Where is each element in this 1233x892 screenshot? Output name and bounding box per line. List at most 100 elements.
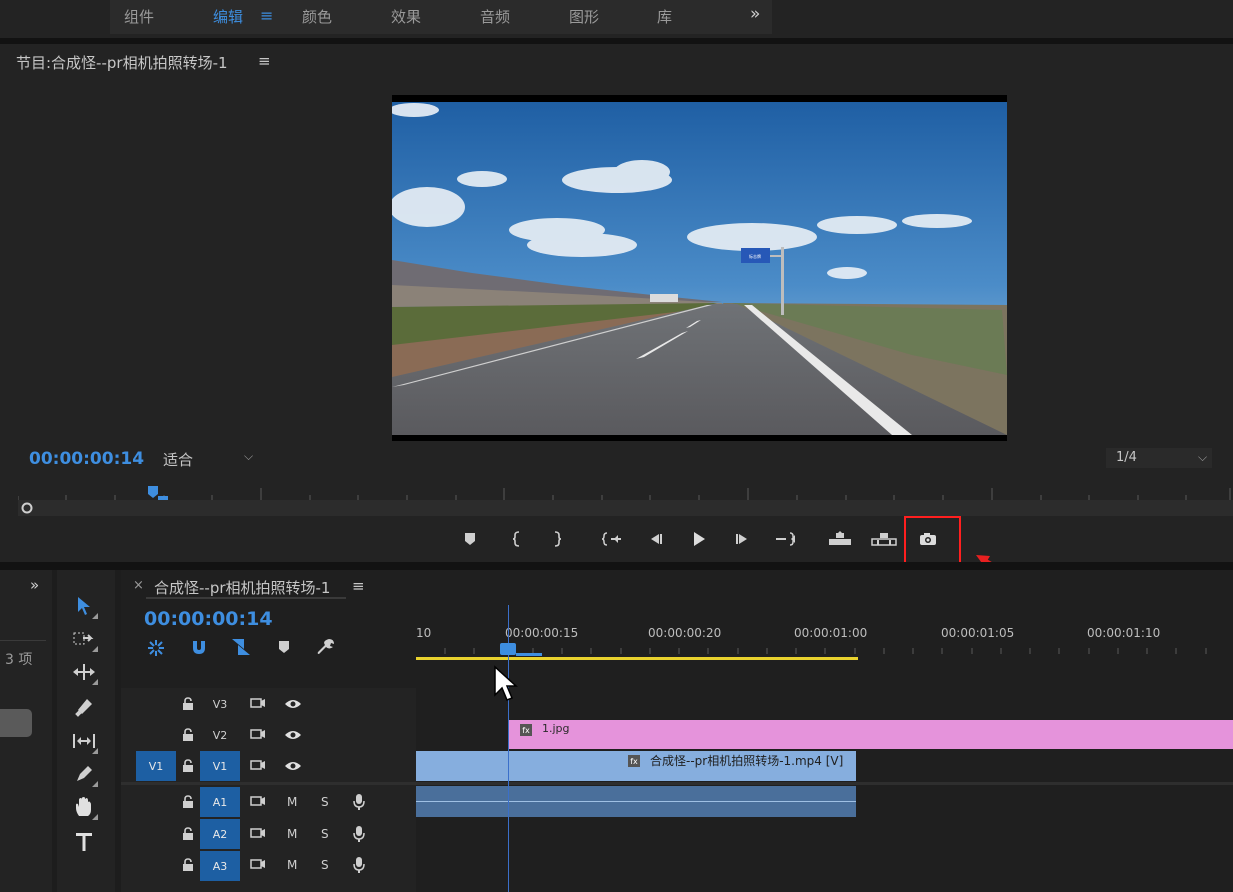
snap-magnet-icon[interactable] xyxy=(190,638,208,656)
tool-submenu-indicator-icon xyxy=(92,781,98,787)
extract-icon xyxy=(871,533,897,546)
eye-icon[interactable] xyxy=(284,729,302,741)
clip-1-jpg[interactable] xyxy=(508,720,1233,749)
mark-in-button[interactable] xyxy=(503,528,531,550)
lock-icon[interactable] xyxy=(182,827,194,841)
mark-out-button[interactable] xyxy=(543,528,571,550)
lock-icon[interactable] xyxy=(182,728,194,742)
track-name-a1[interactable]: A1 xyxy=(200,787,240,817)
work-area-bar[interactable] xyxy=(416,657,858,660)
mark-out-icon xyxy=(554,531,562,547)
program-timecode[interactable]: 00:00:00:14 xyxy=(29,449,144,469)
tool-submenu-indicator-icon xyxy=(92,679,98,685)
play-button[interactable] xyxy=(685,528,713,550)
go-to-in-button[interactable] xyxy=(598,528,626,550)
workspace-overflow-icon[interactable]: » xyxy=(750,4,760,24)
fx-badge-icon: fx xyxy=(628,755,640,767)
panel-divider[interactable] xyxy=(0,562,1233,570)
workspace-tab-graphics[interactable]: 图形 xyxy=(569,6,599,27)
solo-toggle-a1[interactable]: S xyxy=(321,795,329,809)
mute-toggle-a1[interactable]: M xyxy=(287,795,297,809)
ruler-tick-label: 10 xyxy=(416,626,432,640)
program-monitor-menu-icon[interactable]: ≡ xyxy=(258,52,271,70)
track-row-a3[interactable] xyxy=(416,851,1233,881)
ruler-tick-label: 00:00:00:15 xyxy=(505,626,579,640)
road-sign-text: 标志牌 xyxy=(749,253,761,259)
workspace-tab-effects[interactable]: 效果 xyxy=(391,6,421,27)
mute-toggle-a3[interactable]: M xyxy=(287,858,297,872)
eye-icon[interactable] xyxy=(284,760,302,772)
sync-lock-icon[interactable] xyxy=(250,858,266,870)
mute-toggle-a2[interactable]: M xyxy=(287,827,297,841)
add-marker-button[interactable] xyxy=(456,528,484,550)
sync-lock-icon[interactable] xyxy=(250,759,266,771)
razor-icon xyxy=(75,699,92,717)
track-name-v3[interactable]: V3 xyxy=(200,689,240,719)
ruler-tick-label: 00:00:01:05 xyxy=(941,626,1015,640)
sync-lock-icon[interactable] xyxy=(250,827,266,839)
sync-lock-icon[interactable] xyxy=(250,728,266,740)
workspace-bar xyxy=(0,0,1233,38)
add-marker-icon[interactable] xyxy=(277,640,291,654)
lock-icon[interactable] xyxy=(182,858,194,872)
playback-resolution-value[interactable]: 1/4 xyxy=(1116,450,1137,465)
sync-lock-icon[interactable] xyxy=(250,697,266,709)
timeline-timecode[interactable]: 00:00:00:14 xyxy=(144,608,273,630)
hand-icon xyxy=(76,797,91,816)
step-forward-button[interactable] xyxy=(729,528,757,550)
linked-selection-icon[interactable] xyxy=(230,637,252,657)
workspace-tab-editing[interactable]: 编辑 xyxy=(213,6,243,27)
lift-button[interactable] xyxy=(826,528,854,550)
track-name-v1[interactable]: V1 xyxy=(200,751,240,781)
clip-label: 合成怪--pr相机拍照转场-1.mp4 [V] xyxy=(650,754,844,768)
playhead-handle-icon[interactable] xyxy=(500,643,516,655)
solo-toggle-a3[interactable]: S xyxy=(321,858,329,872)
workspace-tab-libraries[interactable]: 库 xyxy=(657,6,672,27)
track-name-a2[interactable]: A2 xyxy=(200,819,240,849)
eye-icon[interactable] xyxy=(284,698,302,710)
zoom-fit-select[interactable]: 适合 xyxy=(163,449,193,470)
track-row-v3[interactable] xyxy=(416,689,1233,719)
track-name-v2[interactable]: V2 xyxy=(200,720,240,750)
tool-submenu-indicator-icon xyxy=(92,814,98,820)
program-monitor-video-frame[interactable]: 标志牌 xyxy=(392,95,1007,441)
workspace-menu-icon[interactable]: ≡ xyxy=(260,6,273,25)
panel-overflow-icon[interactable]: » xyxy=(30,576,39,594)
time-ruler-ticks[interactable] xyxy=(416,640,1233,654)
wrench-icon[interactable] xyxy=(316,637,336,657)
zoom-scroll-bar[interactable] xyxy=(18,500,1233,516)
play-icon xyxy=(694,532,705,546)
track-select-icon xyxy=(73,632,94,645)
video-audio-divider[interactable] xyxy=(121,782,1233,785)
solo-toggle-a2[interactable]: S xyxy=(321,827,329,841)
lock-icon[interactable] xyxy=(182,795,194,809)
microphone-icon[interactable] xyxy=(353,825,365,843)
microphone-icon[interactable] xyxy=(353,793,365,811)
workspace-tab-assembly[interactable]: 组件 xyxy=(124,6,154,27)
nest-sequence-icon[interactable] xyxy=(146,638,166,658)
lock-icon[interactable] xyxy=(182,759,194,773)
type-tool[interactable] xyxy=(70,829,98,855)
source-patch-v1[interactable]: V1 xyxy=(136,751,176,781)
tool-submenu-indicator-icon xyxy=(92,748,98,754)
project-item-thumbnail[interactable] xyxy=(0,709,32,737)
go-to-out-button[interactable] xyxy=(771,528,799,550)
chevron-down-icon[interactable]: ⌵ xyxy=(244,449,253,464)
lock-icon[interactable] xyxy=(182,697,194,711)
close-icon[interactable]: × xyxy=(133,578,144,593)
selection-arrow-icon xyxy=(78,597,90,615)
workspace-tab-color[interactable]: 颜色 xyxy=(302,6,332,27)
sync-lock-icon[interactable] xyxy=(250,795,266,807)
track-row-a2[interactable] xyxy=(416,819,1233,849)
workspace-tab-audio[interactable]: 音频 xyxy=(480,6,510,27)
track-name-a3[interactable]: A3 xyxy=(200,851,240,881)
chevron-down-icon[interactable]: ⌵ xyxy=(1198,450,1207,465)
sequence-menu-icon[interactable]: ≡ xyxy=(352,577,365,595)
program-monitor-ruler[interactable] xyxy=(17,478,1233,500)
sequence-tab-title[interactable]: 合成怪--pr相机拍照转场-1 xyxy=(154,577,330,598)
microphone-icon[interactable] xyxy=(353,856,365,874)
extract-button[interactable] xyxy=(870,528,898,550)
program-monitor-title[interactable]: 节目:合成怪--pr相机拍照转场-1 xyxy=(16,52,228,73)
razor-tool[interactable] xyxy=(70,694,98,720)
step-back-button[interactable] xyxy=(641,528,669,550)
